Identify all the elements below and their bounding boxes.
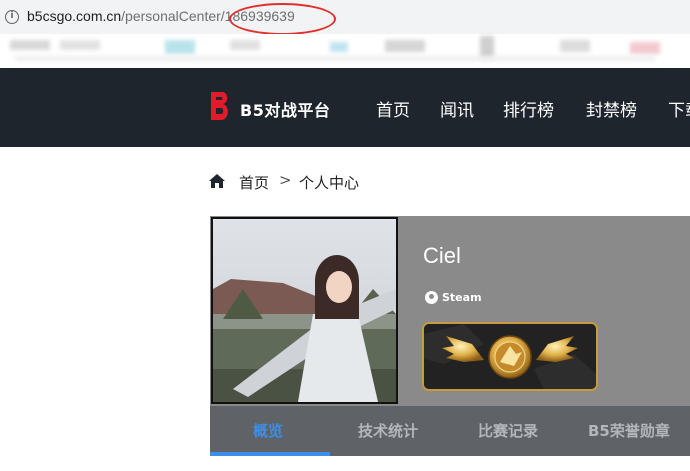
browser-address-bar[interactable]: i b5csgo.com.cn/personalCenter/186939639	[0, 0, 690, 35]
avatar-photo	[213, 219, 396, 402]
nav-item-download[interactable]: 下载	[668, 96, 690, 121]
logo-text[interactable]: B5对战平台	[240, 97, 330, 121]
breadcrumb-home[interactable]: 首页	[239, 172, 269, 193]
steam-label: Steam	[442, 291, 482, 304]
b5-logo-icon[interactable]	[208, 90, 236, 122]
home-icon[interactable]	[208, 172, 226, 190]
tab-overview[interactable]: 概览	[253, 420, 283, 441]
nav-item-home[interactable]: 首页	[376, 96, 410, 121]
steam-icon	[425, 291, 438, 304]
active-tab-indicator	[210, 452, 330, 456]
breadcrumb-separator: >	[279, 171, 292, 189]
nav-item-ranking[interactable]: 排行榜	[503, 96, 554, 121]
tab-match-history[interactable]: 比赛记录	[478, 420, 538, 441]
tab-b5-honors[interactable]: B5荣誉勋章	[588, 420, 670, 441]
rank-badge[interactable]	[422, 322, 598, 391]
red-highlight-circle	[229, 3, 336, 35]
breadcrumb-current: 个人中心	[299, 174, 360, 192]
info-icon[interactable]: i	[5, 10, 19, 24]
nav-item-news[interactable]: 闻讯	[440, 96, 474, 121]
bookmarks-bar-blurred	[0, 34, 690, 68]
avatar[interactable]	[211, 217, 398, 404]
nav-item-ban-list[interactable]: 封禁榜	[586, 96, 637, 121]
url-host: b5csgo.com.cn	[27, 8, 122, 24]
rank-wings-badge-icon	[424, 324, 596, 389]
steam-badge[interactable]: Steam	[425, 291, 482, 304]
profile-username: Ciel	[423, 243, 461, 268]
tab-tech-stats[interactable]: 技术统计	[358, 420, 418, 441]
